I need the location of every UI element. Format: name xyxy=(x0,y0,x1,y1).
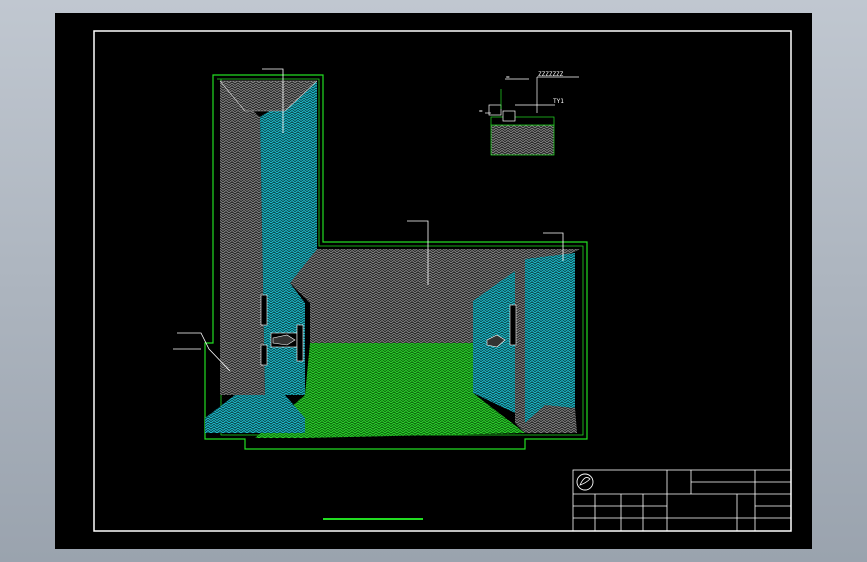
detail-label-top: ZZZZZZZ xyxy=(538,71,564,78)
title-block xyxy=(572,469,792,532)
detail-label-right: TY1 xyxy=(553,98,564,105)
cad-drawing-canvas: ZZZZZZZ TY1 = = xyxy=(93,30,792,532)
logo-icon xyxy=(576,473,594,491)
right-wing-dark-slope xyxy=(515,263,525,433)
detail-label-left: = xyxy=(479,108,483,115)
left-wing-dark-slope xyxy=(220,81,265,395)
detail-label-small: = xyxy=(506,74,510,81)
left-wing-cyan-slope xyxy=(260,81,317,395)
cad-drawing-viewport[interactable]: ZZZZZZZ TY1 = = xyxy=(55,13,812,549)
wall-detail xyxy=(485,76,579,156)
left-bottom-hip xyxy=(205,395,305,433)
